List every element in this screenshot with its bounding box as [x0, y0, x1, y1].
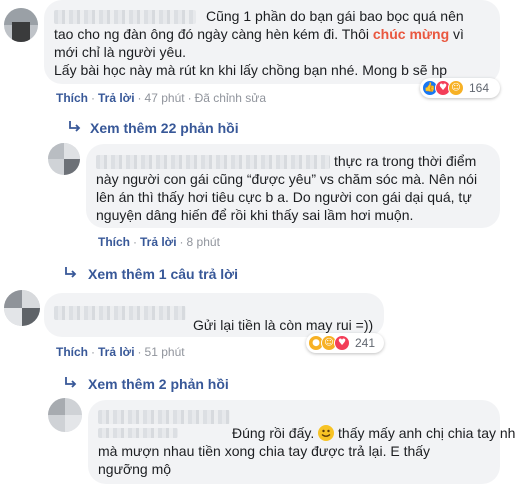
haha-icon: ☺ — [448, 80, 464, 96]
highlighted-keyword: chúc mừng — [372, 26, 450, 42]
timestamp[interactable]: 47 phút — [145, 91, 185, 105]
reaction-count: 241 — [355, 336, 376, 350]
commenter-name-blurred[interactable] — [54, 10, 196, 24]
comment-text-part: tao cho ng đàn ông đó ngày càng hèn kém … — [54, 26, 373, 42]
view-more-replies-link[interactable]: Xem thêm 1 câu trả lời — [88, 265, 238, 283]
like-link[interactable]: Thích — [56, 91, 88, 105]
view-more-replies-link[interactable]: Xem thêm 22 phản hồi — [90, 119, 239, 137]
separator: · — [137, 91, 142, 105]
reply-link[interactable]: Trả lời — [98, 91, 135, 105]
reaction-summary[interactable]: ● ☺ ♥ 241 — [306, 333, 384, 353]
comment-actions: Thích · Trả lời · 47 phút · Đã chỉnh sửa — [56, 90, 266, 106]
avatar[interactable] — [48, 398, 82, 432]
reply-arrow-icon — [65, 267, 77, 278]
reaction-count: 164 — [469, 81, 490, 95]
comment-text-line: lên án thì thấy hơi tiêu cực b a. Do ngư… — [96, 189, 472, 205]
comment-text-part: Đúng rồi đấy. — [232, 425, 319, 441]
view-more-replies-link[interactable]: Xem thêm 2 phản hồi — [88, 375, 229, 393]
timestamp[interactable]: 8 phút — [187, 235, 220, 249]
commenter-name-blurred[interactable] — [54, 306, 186, 320]
comment-text-line: mà mượn nhau tiền xong chia tay được trả… — [98, 443, 431, 459]
separator: · — [137, 345, 142, 359]
edited-label[interactable]: Đã chỉnh sửa — [195, 91, 266, 105]
timestamp[interactable]: 51 phút — [145, 345, 185, 359]
avatar[interactable] — [4, 290, 40, 326]
like-link[interactable]: Thích — [56, 345, 88, 359]
commenter-name-blurred[interactable] — [98, 410, 230, 424]
avatar[interactable] — [4, 8, 38, 42]
separator: · — [179, 235, 184, 249]
reply-link[interactable]: Trả lời — [98, 345, 135, 359]
comment-text-line: này người con gái cũng “được yêu” vs chă… — [96, 171, 478, 187]
commenter-name-blurred — [98, 428, 178, 438]
smile-emoji-icon — [318, 425, 335, 441]
comment-text-part: thấy mấy anh chị chia tay nhau — [334, 425, 516, 441]
comment-text-line: Đúng rồi đấy. thấy mấy anh chị chia tay … — [232, 424, 516, 443]
comment-text-line: Lấy bài học này mà rút kn khi lấy chồng … — [54, 62, 448, 78]
comment-text-line: tao cho ng đàn ông đó ngày càng hèn kém … — [54, 25, 464, 44]
comment-text-line: ngưỡng mộ — [98, 461, 172, 477]
comment-actions: Thích · Trả lời · 8 phút — [98, 234, 220, 250]
comment-text-line: mới chỉ là người yêu. — [54, 44, 187, 60]
love-icon: ♥ — [334, 335, 350, 351]
separator: · — [91, 91, 95, 105]
avatar[interactable] — [48, 143, 80, 175]
comment-actions: Thích · Trả lời · 51 phút — [56, 344, 185, 360]
comment-text-line: nguyện dâng hiến để rồi khi thấy sai lầm… — [96, 207, 414, 223]
comment-text-line: Cũng 1 phần do bạn gái bao bọc quá nên — [206, 8, 464, 24]
reply-arrow-icon — [65, 377, 77, 388]
comment-text-line: thực ra trong thời điểm — [334, 153, 477, 169]
separator: · — [187, 91, 192, 105]
comment-text-part: vì — [449, 26, 464, 42]
like-link[interactable]: Thích — [98, 235, 130, 249]
reply-arrow-icon — [69, 121, 81, 132]
commenter-name-blurred[interactable] — [96, 155, 330, 169]
separator: · — [91, 345, 95, 359]
reply-link[interactable]: Trả lời — [140, 235, 177, 249]
reaction-summary[interactable]: 👍 ♥ ☺ 164 — [420, 78, 500, 98]
separator: · — [133, 235, 137, 249]
